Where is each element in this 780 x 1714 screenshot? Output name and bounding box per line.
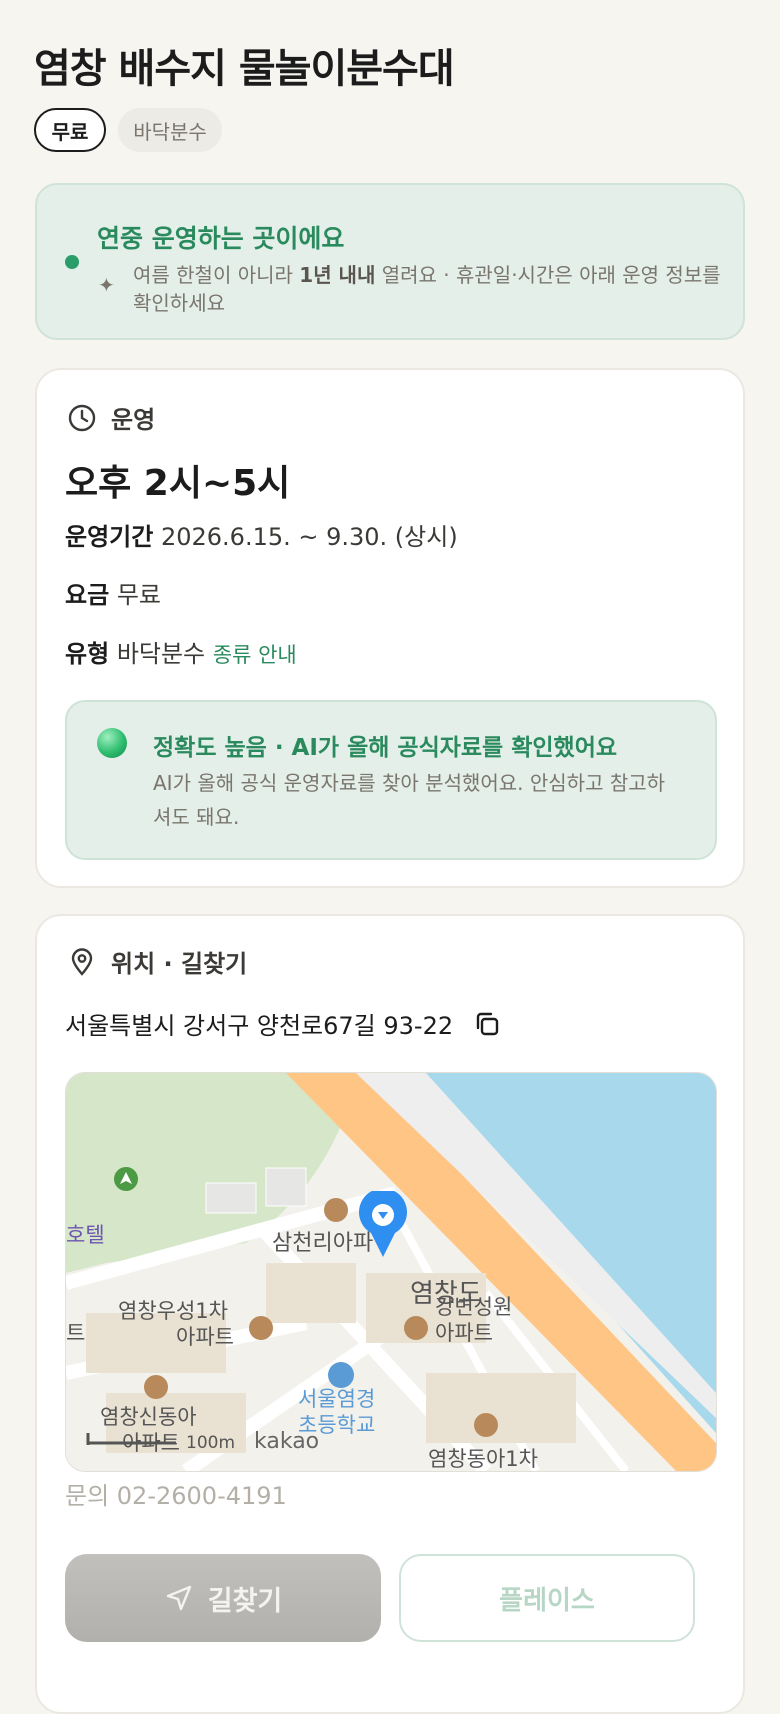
map-label-apt-3: 아파트	[122, 1431, 180, 1455]
inquiry-phone[interactable]: 문의 02-2600-4191	[65, 1476, 287, 1511]
type-chip: 바닥분수	[118, 108, 222, 152]
location-card: 위치 · 길찾기 서울특별시 강서구 양천로67길 93-22 삼천리아파 염창…	[35, 914, 745, 1714]
map-scale: 100m	[186, 1433, 236, 1453]
map-label-dongah: 염창동아1차	[428, 1447, 538, 1471]
operating-hours: 오후 2시~5시	[65, 463, 291, 504]
copy-icon[interactable]	[473, 1010, 501, 1038]
period-row: 운영기간 2026.6.15. ~ 9.30. (상시)	[65, 517, 458, 552]
period-value: 2026.6.15. ~ 9.30. (상시)	[160, 523, 458, 551]
type-row: 유형 바닥분수 종류 안내	[65, 634, 297, 669]
clock-icon	[68, 404, 96, 431]
fee-row: 요금 무료	[65, 575, 161, 610]
address-text: 서울특별시 강서구 양천로67길 93-22	[65, 1012, 454, 1040]
year-round-banner: 연중 운영하는 곳이에요 ✦ 여름 한철이 아니라 1년 내내 열려요 · 휴관…	[35, 183, 745, 340]
map-view[interactable]: 삼천리아파 염창도 강변성원 아파트 염창우성1차 아파트 염창신동아 아파트 …	[65, 1072, 717, 1472]
page-title: 염창 배수지 물놀이분수대	[34, 46, 455, 92]
price-chip: 무료	[34, 108, 106, 152]
status-dot-icon	[65, 255, 79, 269]
type-guide-link[interactable]: 종류 안내	[213, 643, 297, 667]
fee-label: 요금	[65, 581, 110, 609]
operation-label: 운영	[111, 406, 156, 434]
map-label-edge: 트	[66, 1321, 86, 1345]
banner-desc-bold: 1년 내내	[299, 263, 376, 287]
map-brand-logo: kakao	[254, 1429, 320, 1454]
operation-card: 운영 오후 2시~5시 운영기간 2026.6.15. ~ 9.30. (상시)…	[35, 368, 745, 888]
sparkle-icon: ✦	[98, 273, 115, 297]
location-header: 위치 · 길찾기	[67, 944, 247, 979]
map-marker-icon[interactable]	[358, 1191, 408, 1259]
location-label: 위치 · 길찾기	[111, 950, 248, 978]
address-row: 서울특별시 강서구 양천로67길 93-22	[65, 1006, 501, 1041]
place-button[interactable]: 플레이스	[399, 1554, 695, 1642]
ai-orb-icon	[97, 728, 127, 758]
fee-value: 무료	[116, 581, 161, 609]
directions-label: 길찾기	[207, 1585, 283, 1617]
page: 염창 배수지 물놀이분수대 무료 바닥분수 연중 운영하는 곳이에요 ✦ 여름 …	[0, 0, 780, 1714]
location-pin-icon	[71, 947, 93, 976]
operation-header: 운영	[67, 400, 155, 435]
ai-accuracy-box: 정확도 높음 · AI가 올해 공식자료를 확인했어요 AI가 올해 공식 운영…	[65, 700, 717, 860]
banner-title: 연중 운영하는 곳이에요	[97, 224, 345, 253]
banner-description: 여름 한철이 아니라 1년 내내 열려요 · 휴관일·시간은 아래 운영 정보를…	[133, 261, 723, 317]
map-label-apt-2: 아파트	[176, 1325, 234, 1349]
map-label-hotel: 호텔	[66, 1223, 105, 1247]
navigation-arrow-icon	[166, 1585, 191, 1611]
ai-description: AI가 올해 공식 운영자료를 찾아 분석했어요. 안심하고 참고하셔도 돼요.	[153, 771, 666, 829]
banner-desc-text: 여름 한철이 아니라	[133, 263, 300, 287]
map-label-apt-1: 아파트	[435, 1321, 493, 1345]
period-label: 운영기간	[65, 523, 154, 551]
type-label: 유형	[65, 640, 110, 668]
type-value: 바닥분수	[116, 640, 206, 668]
ai-title: 정확도 높음 · AI가 올해 공식자료를 확인했어요	[153, 735, 618, 761]
directions-button[interactable]: 길찾기	[65, 1554, 381, 1642]
